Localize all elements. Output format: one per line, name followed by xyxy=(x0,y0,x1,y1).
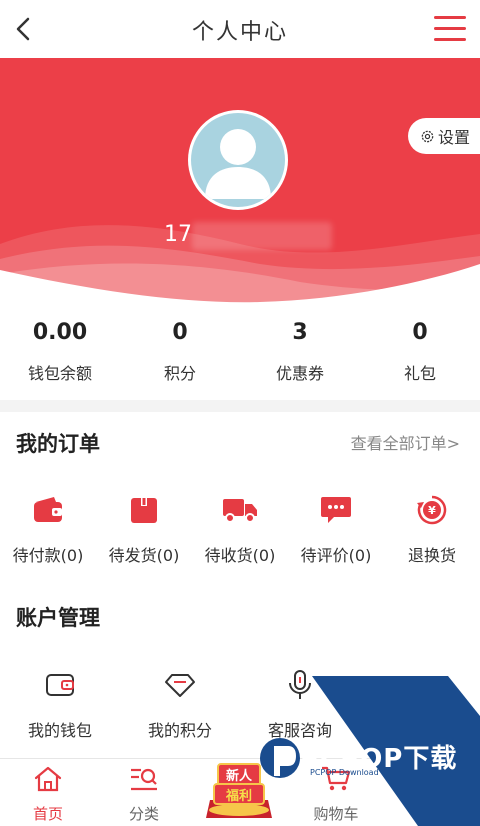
order-status-label: 待付款(0) xyxy=(12,546,84,565)
box-icon xyxy=(131,498,157,523)
wave-decoration xyxy=(0,225,480,304)
stat-gift-packs[interactable]: 0 礼包 xyxy=(360,304,480,400)
stat-label: 礼包 xyxy=(403,364,436,383)
nav-label: 分类 xyxy=(128,805,159,823)
comment-icon xyxy=(321,497,351,523)
stat-label: 积分 xyxy=(163,364,196,383)
my-wallet[interactable]: 我的钱包 xyxy=(0,665,120,741)
nav-label: 购物车 xyxy=(313,805,359,823)
promo-line1: 新人 xyxy=(226,768,253,784)
wallet-icon xyxy=(34,497,62,522)
truck-icon xyxy=(223,499,257,523)
username-redacted xyxy=(192,222,332,250)
gift-icon xyxy=(410,679,430,695)
order-status-label: 待评价(0) xyxy=(300,546,372,565)
refund-icon: ¥ xyxy=(417,495,447,525)
order-status-label: 退换货 xyxy=(407,546,456,565)
account-tools-row: 我的钱包 我的积分 客服咨询 xyxy=(0,665,480,741)
new-user-promo-badge[interactable]: 新人 福利 xyxy=(200,760,278,822)
stat-points[interactable]: 0 积分 xyxy=(120,304,240,400)
account-tool-extra[interactable] xyxy=(360,665,480,741)
category-search-icon xyxy=(131,768,157,791)
settings-label: 设置 xyxy=(438,128,471,147)
customer-service[interactable]: 客服咨询 xyxy=(240,665,360,741)
stat-value: 3 xyxy=(292,320,308,345)
nav-home[interactable]: 首页 xyxy=(0,759,96,826)
account-title: 账户管理 xyxy=(16,606,100,630)
microphone-icon xyxy=(289,670,311,699)
profile-banner: 设置 17 xyxy=(0,58,480,304)
menu-icon[interactable] xyxy=(434,16,466,42)
diamond-icon xyxy=(165,674,195,697)
avatar[interactable] xyxy=(188,110,288,210)
promo-line2: 福利 xyxy=(225,788,252,804)
order-pending-receipt[interactable]: 待收货(0) xyxy=(192,490,288,566)
account-tool-label: 我的钱包 xyxy=(27,721,92,740)
nav-category[interactable]: 分类 xyxy=(96,759,192,826)
order-status-label: 待发货(0) xyxy=(108,546,180,565)
stat-label: 优惠券 xyxy=(275,364,324,383)
section-divider xyxy=(0,400,480,412)
stat-value: 0.00 xyxy=(32,320,88,345)
my-points[interactable]: 我的积分 xyxy=(120,665,240,741)
settings-button[interactable]: 设置 xyxy=(408,118,480,154)
order-status-row: 待付款(0) 待发货(0) 待收货(0) 待评价(0) ¥ 退换货 xyxy=(0,490,480,566)
order-pending-review[interactable]: 待评价(0) xyxy=(288,490,384,566)
wallet-outline-icon xyxy=(46,674,74,696)
order-pending-shipment[interactable]: 待发货(0) xyxy=(96,490,192,566)
view-all-orders-link[interactable]: 查看全部订单> xyxy=(351,430,460,454)
orders-title: 我的订单 xyxy=(16,432,100,456)
stat-value: 0 xyxy=(412,320,428,345)
stat-wallet-balance[interactable]: 0.00 钱包余额 xyxy=(0,304,120,400)
nav-label: 首页 xyxy=(32,805,63,823)
order-pending-payment[interactable]: 待付款(0) xyxy=(0,490,96,566)
top-bar: 个人中心 xyxy=(0,0,480,58)
svg-text:¥: ¥ xyxy=(428,504,436,517)
account-tool-label: 我的积分 xyxy=(147,721,212,740)
account-stats: 0.00 钱包余额 0 积分 3 优惠券 0 礼包 xyxy=(0,304,480,400)
order-status-label: 待收货(0) xyxy=(204,546,276,565)
stat-value: 0 xyxy=(172,320,188,345)
stat-label: 钱包余额 xyxy=(27,364,92,383)
gear-icon xyxy=(421,130,434,142)
username: 17 xyxy=(164,222,192,247)
watermark-subtext: PCPOP Download xyxy=(310,768,379,777)
stat-coupons[interactable]: 3 优惠券 xyxy=(240,304,360,400)
page-title: 个人中心 xyxy=(191,20,288,45)
home-icon xyxy=(34,766,62,792)
user-silhouette-icon xyxy=(205,129,271,199)
order-returns[interactable]: ¥ 退换货 xyxy=(384,490,480,566)
